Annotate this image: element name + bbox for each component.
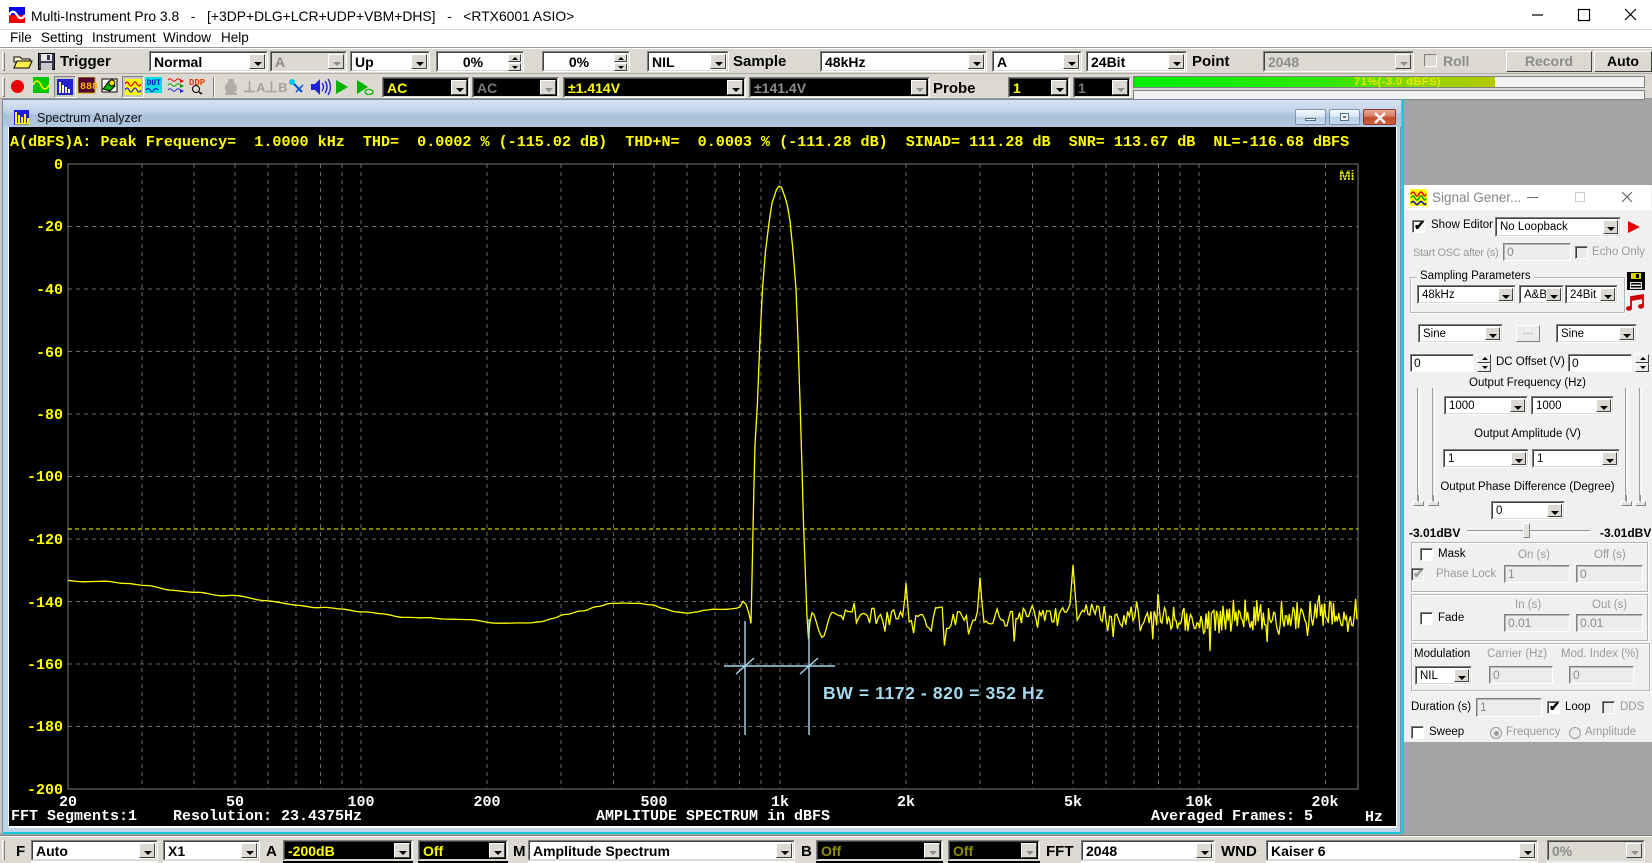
svg-text:-40: -40	[36, 282, 63, 299]
svg-text:0: 0	[54, 157, 63, 174]
svg-text:-20: -20	[36, 219, 63, 236]
svg-text:-60: -60	[36, 345, 63, 362]
svg-text:20k: 20k	[1311, 794, 1338, 811]
svg-text:5k: 5k	[1064, 794, 1082, 811]
svg-text:DUT: DUT	[147, 79, 162, 88]
svg-text:-80: -80	[36, 407, 63, 424]
svg-text:2k: 2k	[897, 794, 915, 811]
svg-text:Mi: Mi	[1339, 167, 1355, 183]
svg-text:FFT Segments:1 Resolution:: FFT Segments:1 Resolution: 23.4375Hz	[11, 808, 362, 825]
svg-text:AMPLITUDE SPECTRUM in dBFS: AMPLITUDE SPECTRUM in dBFS	[596, 808, 830, 825]
svg-text:Hz: Hz	[1365, 809, 1383, 826]
svg-text:200: 200	[473, 794, 500, 811]
svg-text:-140: -140	[27, 595, 63, 612]
svg-text:888: 888	[80, 82, 98, 93]
svg-text:DDP: DDP	[189, 78, 206, 88]
svg-text:-100: -100	[27, 469, 63, 486]
svg-text:-160: -160	[27, 657, 63, 674]
svg-text:-200: -200	[27, 782, 63, 799]
svg-text:-180: -180	[27, 719, 63, 736]
svg-text:-120: -120	[27, 532, 63, 549]
svg-text:Averaged Frames: 5: Averaged Frames: 5	[1151, 808, 1313, 825]
svg-text:BW = 1172 - 820 = 352 Hz: BW = 1172 - 820 = 352 Hz	[823, 683, 1045, 703]
